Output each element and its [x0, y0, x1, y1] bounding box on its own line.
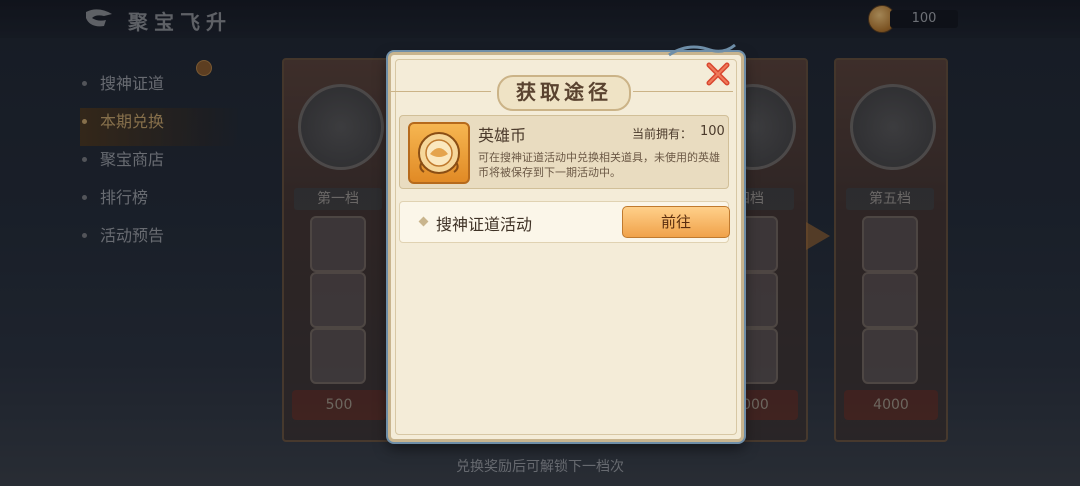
item-name: 英雄币: [478, 126, 527, 145]
owned-value: 100: [700, 124, 725, 139]
source-row: 搜神证道活动 前往: [399, 201, 730, 243]
owned-label: 当前拥有：: [632, 127, 693, 141]
dialog-title: 获取途径: [497, 75, 631, 111]
title-divider: [633, 91, 733, 92]
scroll-ornament-icon: [668, 43, 736, 57]
item-info-card: 英雄币 当前拥有： 100 可在搜神证道活动中兑换相关道具，未使用的英雄币将被保…: [399, 115, 729, 189]
source-label: 搜神证道活动: [436, 215, 533, 234]
go-to-button[interactable]: 前往: [622, 206, 730, 238]
close-icon: [706, 62, 730, 86]
acquire-source-dialog: 获取途径 英雄币 当前拥有： 100 可在搜神证道活动中兑换相关道具，未使用的英…: [388, 43, 744, 442]
title-divider: [391, 91, 491, 92]
item-description: 可在搜神证道活动中兑换相关道具，未使用的英雄币将被保存到下一期活动中。: [478, 151, 720, 179]
diamond-bullet-icon: [418, 216, 429, 227]
hero-coin-icon: [408, 122, 470, 184]
close-button[interactable]: [703, 59, 733, 89]
